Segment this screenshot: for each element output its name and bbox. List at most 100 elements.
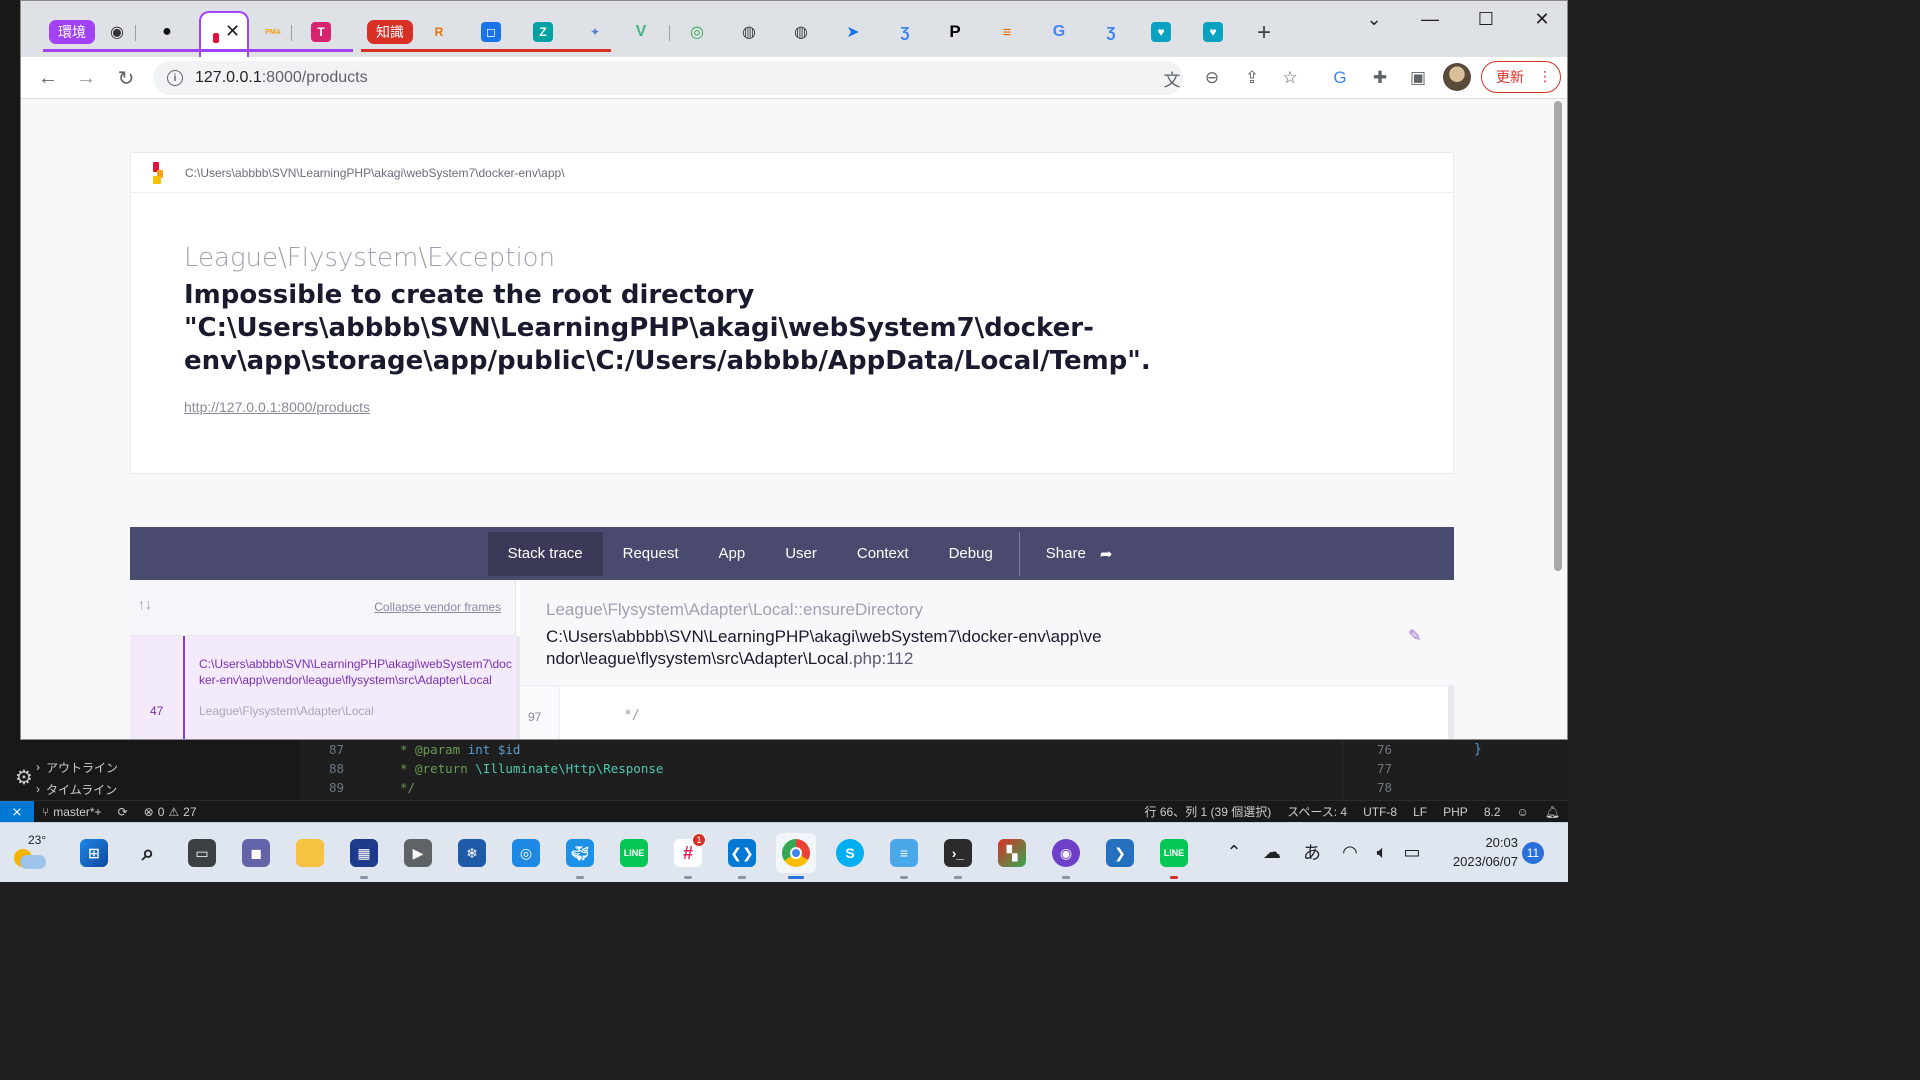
tab-phpmyadmin[interactable]: PMA (257, 15, 289, 49)
close-window-button[interactable]: ✕ (1519, 9, 1565, 30)
tab-tab[interactable]: P (939, 15, 971, 49)
start-button[interactable]: ⊞ (74, 833, 114, 873)
line-button[interactable]: LINE (614, 833, 654, 873)
skype-button[interactable]: S (830, 833, 870, 873)
tab-knowledge[interactable]: Z (527, 15, 559, 49)
battery-icon[interactable]: ▭ (1398, 837, 1426, 867)
tab-tab[interactable]: ◍ (733, 15, 765, 49)
back-button[interactable]: ← (33, 63, 63, 93)
tab-request[interactable]: Request (603, 532, 699, 576)
tab-knowledge[interactable]: ◻ (475, 15, 507, 49)
info-icon[interactable]: i (167, 70, 183, 86)
new-tab-button[interactable]: + (1257, 19, 1271, 47)
zoom-icon[interactable]: ⊖ (1199, 65, 1225, 91)
search-button[interactable]: ⌕ (128, 833, 168, 873)
notification-count[interactable]: 11 (1522, 842, 1544, 864)
line-button[interactable]: LINE (1154, 833, 1194, 879)
address-bar[interactable]: i 127.0.0.1:8000/products (153, 61, 1183, 95)
maximize-button[interactable]: ☐ (1463, 9, 1509, 30)
sync-icon[interactable]: ⟳ (110, 805, 136, 819)
google-translate-icon[interactable]: G (1327, 65, 1353, 91)
pencil-icon[interactable]: ✎ (1408, 626, 1421, 646)
ime-indicator[interactable]: あ (1298, 837, 1326, 867)
tab-tab[interactable]: Ʒ (1095, 15, 1127, 49)
bookmark-star-icon[interactable]: ☆ (1277, 65, 1303, 91)
tab-github[interactable]: ● (151, 15, 183, 49)
powershell-button[interactable]: ❯ (1100, 833, 1140, 873)
tab-tab[interactable]: ◍ (785, 15, 817, 49)
terminal-button[interactable]: ›_ (938, 833, 978, 879)
request-url-link[interactable]: http://127.0.0.1:8000/products (184, 399, 370, 415)
update-button[interactable]: 更新 ⋮ (1481, 61, 1561, 93)
tab-context[interactable]: Context (837, 532, 929, 576)
task-view-button[interactable]: ▭ (182, 833, 222, 873)
weather-widget[interactable]: 23° (8, 831, 52, 875)
extensions-icon[interactable]: ✚ (1367, 65, 1393, 91)
clock[interactable]: 20:03 2023/06/07 (1436, 833, 1518, 871)
speaker-muted-icon[interactable]: 🔈︎ (1368, 837, 1396, 867)
tab-tab[interactable]: ♥ (1197, 15, 1229, 49)
slack-button[interactable]: # 1 (668, 833, 708, 879)
tab-debug[interactable]: Debug (929, 532, 1013, 576)
share-button[interactable]: Share ➦ (1026, 532, 1133, 576)
app-button[interactable]: ◎ (506, 833, 546, 873)
minimize-button[interactable]: — (1407, 9, 1453, 30)
app-button[interactable]: ❄ (452, 833, 492, 873)
store-button[interactable]: ▦ (344, 833, 384, 879)
tab-group-env[interactable]: 環境 (43, 15, 101, 49)
onedrive-icon[interactable]: ☁ (1258, 837, 1286, 867)
translate-icon[interactable]: 文 (1159, 65, 1185, 91)
teams-chat-button[interactable]: ◼ (236, 833, 276, 873)
share-icon[interactable]: ⇪ (1239, 65, 1265, 91)
app-button[interactable]: ▶ (398, 833, 438, 873)
page-scrollbar[interactable] (1551, 99, 1563, 739)
tab-app[interactable]: App (699, 532, 766, 576)
tab-knowledge[interactable]: R (423, 15, 455, 49)
remote-icon[interactable]: ⨯ (0, 800, 34, 823)
language-mode[interactable]: PHP (1435, 805, 1476, 819)
docker-button[interactable]: 🐳︎ (560, 833, 600, 879)
gear-icon[interactable]: ⚙ (12, 766, 36, 790)
wifi-icon[interactable]: ◠ (1336, 837, 1364, 867)
tab-tab[interactable]: ≡ (991, 15, 1023, 49)
problems-status[interactable]: ⊗ 0 ⚠ 27 (136, 805, 205, 819)
vscode-button[interactable]: ❮❯ (722, 833, 762, 879)
file-explorer-button[interactable] (290, 833, 330, 873)
tab-tab[interactable]: Ʒ (889, 15, 921, 49)
feedback-icon[interactable]: ☺ (1509, 805, 1537, 819)
scrollbar-thumb[interactable] (1554, 101, 1562, 571)
frame-nav-arrows-icon[interactable]: ↑↓ (138, 596, 152, 612)
close-icon[interactable]: ✕ (225, 21, 240, 42)
tab-user[interactable]: User (765, 532, 837, 576)
tab-tab[interactable]: ➤ (837, 15, 869, 49)
tab-github-desktop[interactable]: ◉ (101, 15, 133, 49)
php-version[interactable]: 8.2 (1476, 805, 1509, 819)
code-scrollbar[interactable] (1448, 686, 1454, 739)
tab-vue[interactable]: V (625, 15, 657, 49)
github-desktop-button[interactable]: ◉ (1046, 833, 1086, 879)
tab-app[interactable]: T (305, 15, 337, 49)
tab-tab[interactable]: ♥ (1145, 15, 1177, 49)
chevron-up-icon[interactable]: ⌃ (1222, 837, 1246, 867)
tab-search-icon[interactable]: ⌄ (1351, 9, 1397, 30)
side-panel-icon[interactable]: ▣ (1405, 65, 1431, 91)
line-ending[interactable]: LF (1405, 805, 1435, 819)
bell-icon[interactable]: 🔔︎ (1537, 805, 1568, 819)
branch-status[interactable]: ⑂ master*+ (34, 805, 110, 819)
app-button[interactable]: ▚ (992, 833, 1032, 873)
editor-code[interactable]: * @param int $id * @return \Illuminate\H… (400, 740, 1340, 800)
profile-avatar[interactable] (1443, 63, 1471, 91)
collapse-vendor-frames-link[interactable]: Collapse vendor frames (374, 600, 501, 614)
outline-section[interactable]: › アウトライン (36, 757, 118, 777)
tab-tab[interactable]: ◎ (681, 15, 713, 49)
chrome-button[interactable] (776, 833, 816, 879)
forward-button[interactable]: → (71, 63, 101, 93)
tab-tab[interactable]: G (1043, 15, 1075, 49)
reload-button[interactable]: ↻ (111, 63, 141, 93)
tab-stack-trace[interactable]: Stack trace (487, 531, 603, 576)
timeline-section[interactable]: › タイムライン (36, 779, 117, 799)
tab-group-knowledge[interactable]: 知識 (361, 15, 419, 49)
encoding[interactable]: UTF-8 (1355, 805, 1405, 819)
indentation[interactable]: スペース: 4 (1279, 803, 1355, 820)
frame-item-selected[interactable] (130, 636, 516, 739)
